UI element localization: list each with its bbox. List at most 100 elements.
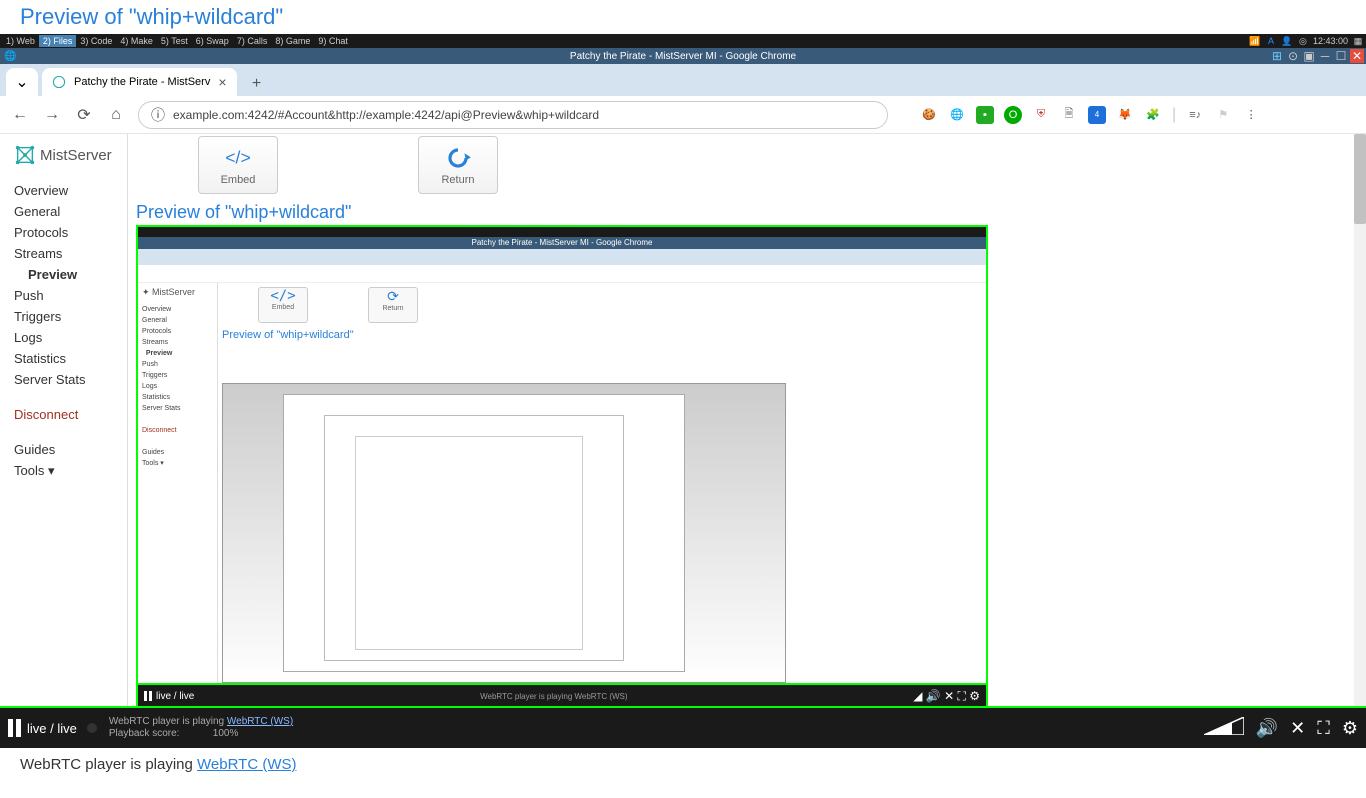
return-label: Return <box>441 174 474 186</box>
sidebar-item-tools[interactable]: Tools ▾ <box>14 460 127 482</box>
tray-obs-icon[interactable]: ◎ <box>1297 35 1309 47</box>
taskbar-item-calls[interactable]: 7) Calls <box>233 35 272 47</box>
tray-person-icon[interactable]: 👤 <box>1281 35 1293 47</box>
tray-grid-icon[interactable]: ▦ <box>1352 35 1364 47</box>
sidebar-item-disconnect[interactable]: Disconnect <box>14 404 127 425</box>
tab-close-icon[interactable]: × <box>218 74 226 90</box>
taskbar-item-files[interactable]: 2) Files <box>39 35 77 47</box>
page-title: Preview of "whip+wildcard" <box>0 0 1366 34</box>
ext-blue-icon[interactable]: 4 <box>1088 106 1106 124</box>
back-button[interactable]: ← <box>10 105 30 125</box>
sidebar-item-triggers[interactable]: Triggers <box>14 306 127 327</box>
recur-main: </>Embed ⟳Return Preview of "whip+wildca… <box>218 283 986 683</box>
embed-icon: </> <box>222 144 254 172</box>
sidebar-logo[interactable]: MistServer <box>14 144 127 166</box>
recur-sidebar: ✦ MistServer OverviewGeneralProtocolsStr… <box>138 283 218 683</box>
recur-url-bar <box>138 265 986 283</box>
pause-button[interactable] <box>8 719 21 737</box>
sidebar-item-general[interactable]: General <box>14 201 127 222</box>
main-content: </> Embed Return Preview of "whip+wildca… <box>128 134 1366 708</box>
video-preview-frame: Patchy the Pirate - MistServer MI - Goog… <box>136 225 988 707</box>
pip-icon[interactable]: ⛶ <box>1317 718 1330 739</box>
window-maximize-icon[interactable]: ☐ <box>1334 49 1348 63</box>
taskbar-item-game[interactable]: 8) Game <box>271 35 314 47</box>
svg-text:</>: </> <box>225 148 250 168</box>
embed-label: Embed <box>221 174 256 186</box>
ext-note-icon[interactable]: 🗎 <box>1060 106 1078 124</box>
chrome-menu-icon[interactable]: ⋮ <box>1242 106 1260 124</box>
tab-title: Patchy the Pirate - MistServ <box>74 76 210 88</box>
ext-list-icon[interactable]: ≡♪ <box>1186 106 1204 124</box>
volume-slider[interactable] <box>1204 717 1244 740</box>
ext-puzzle-icon[interactable]: 🧩 <box>1144 106 1162 124</box>
tab-favicon-icon <box>52 75 66 89</box>
new-tab-button[interactable]: + <box>245 72 269 96</box>
sidebar-item-protocols[interactable]: Protocols <box>14 222 127 243</box>
omnibox[interactable]: ⓘ example.com:4242/#Account&http://examp… <box>138 101 888 129</box>
return-button[interactable]: Return <box>418 136 498 194</box>
settings-icon[interactable]: ⚙ <box>1342 718 1358 739</box>
url-text: example.com:4242/#Account&http://example… <box>173 108 599 122</box>
window-pin-icon[interactable]: ⊙ <box>1286 49 1300 63</box>
protocol-link[interactable]: WebRTC (WS) <box>227 716 293 727</box>
video-status: WebRTC player is playing WebRTC (WS) Pla… <box>109 716 293 740</box>
clock: 12:43:00 <box>1313 36 1348 46</box>
live-dot-icon <box>87 723 97 733</box>
speaker-icon[interactable]: 🔊 <box>1256 718 1278 739</box>
sidebar-item-push[interactable]: Push <box>14 285 127 306</box>
ext-origin-icon[interactable]: O <box>1004 106 1022 124</box>
sidebar-item-overview[interactable]: Overview <box>14 180 127 201</box>
sidebar: MistServer Overview General Protocols St… <box>0 134 128 708</box>
ext-green-icon[interactable]: ▪ <box>976 106 994 124</box>
inner-recursion <box>222 383 786 683</box>
tray-icon[interactable]: 📶 <box>1249 35 1261 47</box>
chrome-app-icon: 🌐 <box>4 51 16 62</box>
window-close-icon[interactable]: ✕ <box>1350 49 1364 63</box>
recur-tab-strip <box>138 249 986 265</box>
taskbar-item-test[interactable]: 5) Test <box>157 35 192 47</box>
taskbar-item-swap[interactable]: 6) Swap <box>192 35 233 47</box>
live-indicator[interactable]: live / live <box>27 721 77 736</box>
footer-protocol-link[interactable]: WebRTC (WS) <box>197 756 296 773</box>
site-info-icon[interactable]: ⓘ <box>151 105 165 125</box>
sidebar-item-serverstats[interactable]: Server Stats <box>14 369 127 390</box>
taskbar-item-make[interactable]: 4) Make <box>116 35 157 47</box>
desktop-taskbar: 1) Web 2) Files 3) Code 4) Make 5) Test … <box>0 34 1366 48</box>
mistserver-logo-icon <box>14 144 36 166</box>
taskbar-item-web[interactable]: 1) Web <box>2 35 39 47</box>
footer-status: WebRTC player is playing WebRTC (WS) <box>0 748 1366 781</box>
bg-graph-decoration <box>946 368 1366 708</box>
window-layer-icon[interactable]: ▣ <box>1302 49 1316 63</box>
tab-strip: ⌄ Patchy the Pirate - MistServ × + <box>0 64 1366 96</box>
shuffle-icon[interactable]: ✕ <box>1290 718 1305 739</box>
sidebar-brand: MistServer <box>40 147 112 164</box>
ext-fox-icon[interactable]: 🦊 <box>1116 106 1134 124</box>
sidebar-item-logs[interactable]: Logs <box>14 327 127 348</box>
recur-chrome-title: Patchy the Pirate - MistServer MI - Goog… <box>138 237 986 249</box>
tab-list-dropdown[interactable]: ⌄ <box>6 68 38 96</box>
window-grid-icon[interactable]: ⊞ <box>1270 49 1284 63</box>
taskbar-item-chat[interactable]: 9) Chat <box>314 35 352 47</box>
sidebar-item-streams[interactable]: Streams <box>14 243 127 264</box>
ext-shield-icon[interactable]: ⛨ <box>1032 106 1050 124</box>
chrome-window-title: Patchy the Pirate - MistServer MI - Goog… <box>570 51 796 62</box>
embed-button[interactable]: </> Embed <box>198 136 278 194</box>
taskbar-item-code[interactable]: 3) Code <box>76 35 116 47</box>
return-icon <box>442 144 474 172</box>
ext-cookie-icon[interactable]: 🍪 <box>920 106 938 124</box>
tray-arch-icon[interactable]: A <box>1265 35 1277 47</box>
ext-globe-icon[interactable]: 🌐 <box>948 106 966 124</box>
forward-button[interactable]: → <box>42 105 62 125</box>
sidebar-item-statistics[interactable]: Statistics <box>14 348 127 369</box>
url-bar: ← → ⟳ ⌂ ⓘ example.com:4242/#Account&http… <box>0 96 1366 134</box>
reload-button[interactable]: ⟳ <box>74 105 94 125</box>
ext-flag-icon[interactable]: ⚑ <box>1214 106 1232 124</box>
window-minimize-icon[interactable]: ─ <box>1318 49 1332 63</box>
scrollbar[interactable] <box>1354 134 1366 708</box>
sidebar-item-guides[interactable]: Guides <box>14 439 127 460</box>
chrome-title-bar: 🌐 Patchy the Pirate - MistServer MI - Go… <box>0 48 1366 64</box>
sidebar-item-preview[interactable]: Preview <box>14 264 127 285</box>
recur-video-controls: live / live WebRTC player is playing Web… <box>138 683 986 707</box>
browser-tab[interactable]: Patchy the Pirate - MistServ × <box>42 68 237 96</box>
home-button[interactable]: ⌂ <box>106 105 126 125</box>
